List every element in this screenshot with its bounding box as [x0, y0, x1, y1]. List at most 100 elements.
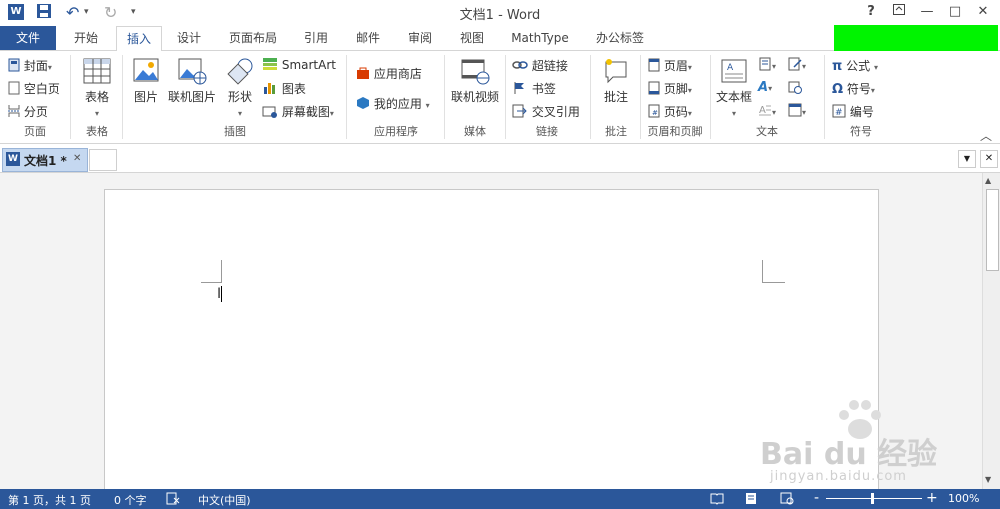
- scroll-thumb[interactable]: [986, 189, 999, 271]
- zoom-level[interactable]: 100%: [948, 492, 979, 505]
- close-document-icon[interactable]: ✕: [980, 150, 998, 168]
- word-count-status[interactable]: 0 个字: [114, 492, 147, 508]
- my-apps-button[interactable]: 我的应用 ▾: [356, 95, 430, 113]
- tab-home[interactable]: 开始: [62, 26, 110, 50]
- picture-button[interactable]: 图片: [128, 57, 164, 105]
- hyperlink-icon: [512, 58, 528, 75]
- cross-reference-label: 交叉引用: [531, 105, 580, 119]
- tab-mathtype[interactable]: MathType: [502, 26, 578, 50]
- header-button[interactable]: 页眉▾: [648, 57, 692, 75]
- date-time-button[interactable]: [788, 80, 802, 97]
- object-icon: [788, 103, 802, 120]
- tab-file[interactable]: 文件: [0, 26, 56, 50]
- online-picture-button[interactable]: 联机图片: [166, 57, 218, 105]
- textbox-button[interactable]: A 文本框 ▾: [714, 57, 754, 119]
- zoom-out-button[interactable]: -: [814, 490, 819, 506]
- drop-cap-button[interactable]: A ▾: [758, 103, 776, 120]
- page-break-icon: [8, 104, 20, 121]
- signature-line-button[interactable]: ▾: [788, 57, 806, 74]
- minimize-button[interactable]: —: [916, 2, 938, 22]
- new-comment-button[interactable]: 批注: [596, 57, 636, 105]
- equation-label: 公式: [846, 59, 871, 73]
- wordart-button[interactable]: A▾: [758, 80, 772, 95]
- document-tab-close-icon[interactable]: ✕: [73, 153, 81, 164]
- group-label-symbols: 符号: [850, 125, 872, 138]
- green-highlight-box: [834, 25, 998, 52]
- close-button[interactable]: ✕: [972, 2, 994, 22]
- screenshot-label: 屏幕截图: [281, 105, 330, 119]
- page-break-label: 分页: [23, 105, 48, 119]
- tab-page-layout[interactable]: 页面布局: [220, 26, 286, 50]
- zoom-in-button[interactable]: +: [926, 490, 938, 506]
- online-video-button[interactable]: 联机视频: [448, 57, 502, 105]
- tab-view[interactable]: 视图: [450, 26, 494, 50]
- object-button[interactable]: ▾: [788, 103, 806, 120]
- group-label-links: 链接: [536, 125, 558, 138]
- maximize-button[interactable]: □: [944, 2, 966, 22]
- page-count-status[interactable]: 第 1 页，共 1 页: [8, 492, 91, 508]
- document-tab-label: 文档1 *: [24, 154, 67, 168]
- online-picture-label: 联机图片: [167, 90, 216, 104]
- tab-insert[interactable]: 插入: [116, 26, 162, 52]
- date-time-icon: [788, 80, 802, 97]
- zoom-slider[interactable]: [826, 498, 922, 499]
- hyperlink-button[interactable]: 超链接: [512, 57, 568, 75]
- help-button[interactable]: ?: [860, 2, 882, 22]
- ribbon-display-options-icon[interactable]: [888, 2, 910, 22]
- chart-label: 图表: [281, 82, 306, 96]
- margin-corner-top-left: [201, 260, 222, 283]
- zoom-slider-thumb[interactable]: [871, 493, 874, 504]
- proofing-icon[interactable]: [166, 492, 180, 508]
- vertical-scrollbar[interactable]: ▲ ▼: [982, 173, 1000, 489]
- group-label-comments: 批注: [605, 125, 627, 138]
- equation-button[interactable]: π 公式 ▾: [832, 57, 878, 74]
- tab-list-dropdown-icon[interactable]: ▼: [958, 150, 976, 168]
- scroll-down-icon[interactable]: ▼: [985, 475, 991, 484]
- cover-page-button[interactable]: 封面▾: [8, 57, 52, 75]
- read-mode-icon[interactable]: [710, 492, 724, 508]
- collapse-ribbon-icon[interactable]: ︿: [980, 127, 992, 144]
- print-layout-icon[interactable]: [744, 492, 758, 508]
- word-doc-icon: W: [6, 152, 20, 166]
- tab-mailings[interactable]: 邮件: [346, 26, 390, 50]
- cross-reference-button[interactable]: 交叉引用: [512, 103, 580, 121]
- watermark-url: jingyan.baidu.com: [770, 469, 907, 484]
- chart-button[interactable]: 图表: [262, 80, 306, 98]
- web-layout-icon[interactable]: [780, 492, 794, 508]
- header-label: 页眉: [663, 59, 688, 73]
- table-button[interactable]: 表格 ▾: [76, 57, 118, 119]
- picture-label: 图片: [133, 90, 158, 104]
- window-title: 文档1 - Word: [459, 8, 541, 23]
- new-comment-label: 批注: [603, 90, 628, 104]
- my-apps-label: 我的应用: [373, 97, 422, 111]
- new-document-tab[interactable]: [89, 149, 117, 171]
- tab-office-tab[interactable]: 办公标签: [586, 26, 654, 50]
- bookmark-button[interactable]: 书签: [512, 80, 556, 98]
- svg-text:A: A: [759, 105, 766, 116]
- language-status[interactable]: 中文(中国): [198, 492, 251, 508]
- watermark-brand: Bai du 经验: [760, 437, 938, 472]
- symbol-label: 符号: [846, 82, 871, 96]
- hyperlink-label: 超链接: [531, 59, 568, 73]
- office-store-button[interactable]: 应用商店: [356, 65, 422, 83]
- footer-button[interactable]: 页脚▾: [648, 80, 692, 98]
- numbering-button[interactable]: # 编号: [832, 103, 874, 121]
- document-tab[interactable]: W 文档1 * ✕: [2, 148, 88, 172]
- quick-parts-button[interactable]: ▾: [758, 57, 776, 74]
- tab-design[interactable]: 设计: [166, 26, 212, 50]
- symbol-button[interactable]: Ω 符号▾: [832, 80, 875, 97]
- screenshot-button[interactable]: 屏幕截图▾: [262, 103, 334, 121]
- tab-review[interactable]: 审阅: [398, 26, 442, 50]
- comment-icon: [601, 57, 631, 85]
- scroll-up-icon[interactable]: ▲: [985, 176, 991, 185]
- smartart-button[interactable]: SmartArt: [262, 57, 336, 74]
- shapes-button[interactable]: 形状 ▾: [222, 57, 258, 119]
- blank-page-button[interactable]: 空白页: [8, 80, 60, 98]
- tab-references[interactable]: 引用: [294, 26, 338, 50]
- page-break-button[interactable]: 分页: [8, 103, 48, 121]
- signature-line-icon: [788, 57, 802, 74]
- cross-reference-icon: [512, 104, 528, 121]
- group-label-tables: 表格: [86, 125, 108, 138]
- page-number-button[interactable]: # 页码▾: [648, 103, 692, 121]
- my-apps-icon: [356, 96, 370, 113]
